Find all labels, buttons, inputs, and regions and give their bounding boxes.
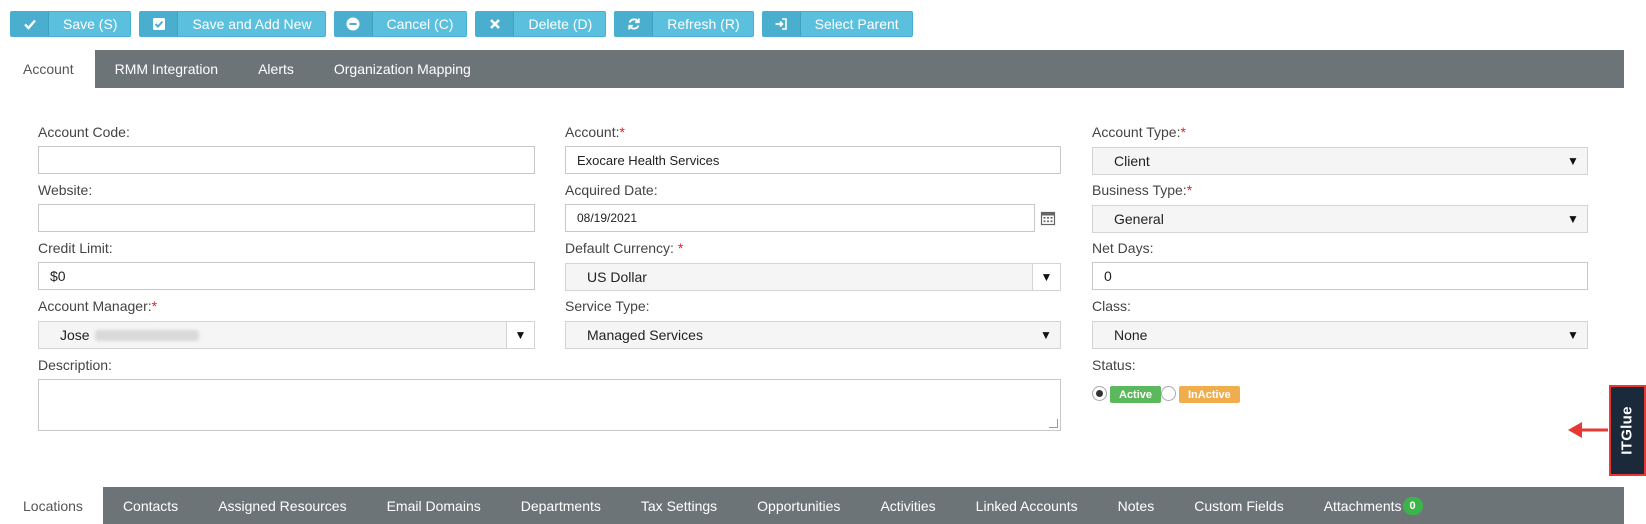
- tab-locations[interactable]: Locations: [10, 487, 103, 524]
- caret-down-icon: ▼: [1032, 264, 1060, 290]
- cancel-button-label: Cancel (C): [386, 16, 454, 32]
- class-label: Class:: [1092, 298, 1131, 314]
- required-marker: *: [1186, 182, 1193, 198]
- net-days-label: Net Days:: [1092, 240, 1154, 256]
- attachments-count-badge: 0: [1402, 496, 1423, 515]
- itglue-side-tab[interactable]: ITGlue: [1609, 385, 1646, 476]
- caret-down-icon: ▼: [1567, 328, 1579, 342]
- save-and-add-new-button-label: Save and Add New: [192, 16, 312, 32]
- account-code-label: Account Code:: [38, 124, 130, 140]
- tab-opportunities[interactable]: Opportunities: [737, 487, 860, 524]
- tab-notes[interactable]: Notes: [1098, 487, 1175, 524]
- tab-attachments-label: Attachments: [1323, 497, 1402, 514]
- caret-down-icon: ▼: [1040, 328, 1052, 342]
- delete-button[interactable]: Delete (D): [475, 11, 607, 37]
- account-input[interactable]: Exocare Health Services: [565, 146, 1061, 174]
- credit-limit-input[interactable]: $0: [38, 262, 535, 290]
- account-label: Account:*: [565, 124, 625, 140]
- service-type-value: Managed Services: [587, 327, 703, 343]
- save-button-label: Save (S): [63, 16, 118, 32]
- account-manager-select[interactable]: Jose ▼: [38, 321, 535, 349]
- service-type-label: Service Type:: [565, 298, 650, 314]
- cancel-button[interactable]: Cancel (C): [333, 11, 468, 37]
- service-type-select[interactable]: Managed Services ▼: [565, 321, 1061, 349]
- refresh-button-label: Refresh (R): [667, 16, 740, 32]
- calendar-icon[interactable]: [1040, 210, 1056, 226]
- acquired-date-label: Acquired Date:: [565, 182, 658, 198]
- tab-activities[interactable]: Activities: [860, 487, 955, 524]
- delete-button-label: Delete (D): [528, 16, 593, 32]
- related-tabs: Locations Contacts Assigned Resources Em…: [10, 487, 1624, 524]
- tab-departments[interactable]: Departments: [501, 487, 621, 524]
- tab-rmm-integration[interactable]: RMM Integration: [95, 50, 238, 88]
- website-input[interactable]: [38, 204, 535, 232]
- tab-organization-mapping[interactable]: Organization Mapping: [314, 50, 491, 88]
- credit-limit-label: Credit Limit:: [38, 240, 113, 256]
- default-currency-value: US Dollar: [587, 269, 647, 285]
- tab-tax-settings[interactable]: Tax Settings: [621, 487, 737, 524]
- tab-account[interactable]: Account: [10, 50, 95, 88]
- class-select[interactable]: None ▼: [1092, 321, 1588, 349]
- tab-custom-fields[interactable]: Custom Fields: [1174, 487, 1303, 524]
- save-and-add-new-button[interactable]: Save and Add New: [139, 11, 326, 37]
- minus-circle-icon: [334, 12, 373, 36]
- tab-alerts[interactable]: Alerts: [238, 50, 314, 88]
- business-type-label: Business Type:*: [1092, 182, 1193, 198]
- status-inactive-badge: InActive: [1179, 386, 1240, 403]
- tab-contacts[interactable]: Contacts: [103, 487, 198, 524]
- tab-email-domains[interactable]: Email Domains: [367, 487, 501, 524]
- save-button[interactable]: Save (S): [10, 11, 132, 37]
- caret-down-icon: ▼: [1567, 212, 1579, 226]
- status-active-radio[interactable]: [1092, 386, 1107, 401]
- required-marker: *: [1180, 124, 1186, 140]
- status-inactive-radio[interactable]: [1161, 386, 1176, 401]
- tab-assigned-resources[interactable]: Assigned Resources: [198, 487, 366, 524]
- caret-down-icon: ▼: [1567, 154, 1579, 168]
- account-type-select[interactable]: Client ▼: [1092, 147, 1588, 175]
- caret-down-icon: ▼: [506, 322, 534, 348]
- refresh-icon: [615, 12, 654, 36]
- check-icon: [11, 12, 49, 36]
- account-manager-value: Jose: [60, 327, 90, 343]
- account-code-input[interactable]: [38, 146, 535, 174]
- description-label: Description:: [38, 357, 112, 373]
- account-type-value: Client: [1114, 153, 1150, 169]
- acquired-date-input[interactable]: 08/19/2021: [565, 204, 1035, 232]
- tab-attachments[interactable]: Attachments 0: [1304, 487, 1443, 524]
- toolbar: Save (S) Save and Add New Cancel (C) Del…: [10, 11, 913, 37]
- net-days-input[interactable]: 0: [1092, 262, 1588, 290]
- website-label: Website:: [38, 182, 93, 198]
- required-marker: *: [151, 298, 158, 314]
- redacted-name: [94, 329, 199, 341]
- required-marker: *: [619, 124, 625, 140]
- x-icon: [476, 12, 515, 36]
- tab-linked-accounts[interactable]: Linked Accounts: [956, 487, 1098, 524]
- status-active-badge: Active: [1110, 386, 1162, 403]
- class-value: None: [1114, 327, 1148, 343]
- resize-handle[interactable]: [1049, 419, 1058, 428]
- check-square-icon: [140, 12, 179, 36]
- select-parent-button[interactable]: Select Parent: [761, 11, 913, 37]
- account-type-label: Account Type:*: [1092, 124, 1186, 140]
- business-type-value: General: [1114, 211, 1164, 227]
- status-label: Status:: [1092, 357, 1136, 373]
- select-parent-button-label: Select Parent: [814, 16, 899, 32]
- refresh-button[interactable]: Refresh (R): [614, 11, 754, 37]
- required-marker: *: [677, 240, 684, 256]
- default-currency-label: Default Currency: *: [565, 240, 684, 256]
- account-tabs: Account RMM Integration Alerts Organizat…: [10, 50, 1624, 88]
- default-currency-select[interactable]: US Dollar ▼: [565, 263, 1061, 291]
- itglue-logo-icon: ITGlue: [1619, 406, 1637, 455]
- annotation-arrow-icon: [1568, 422, 1608, 438]
- business-type-select[interactable]: General ▼: [1092, 205, 1588, 233]
- description-textarea[interactable]: [38, 379, 1061, 431]
- sign-in-icon: [762, 12, 801, 36]
- account-manager-label: Account Manager:*: [38, 298, 158, 314]
